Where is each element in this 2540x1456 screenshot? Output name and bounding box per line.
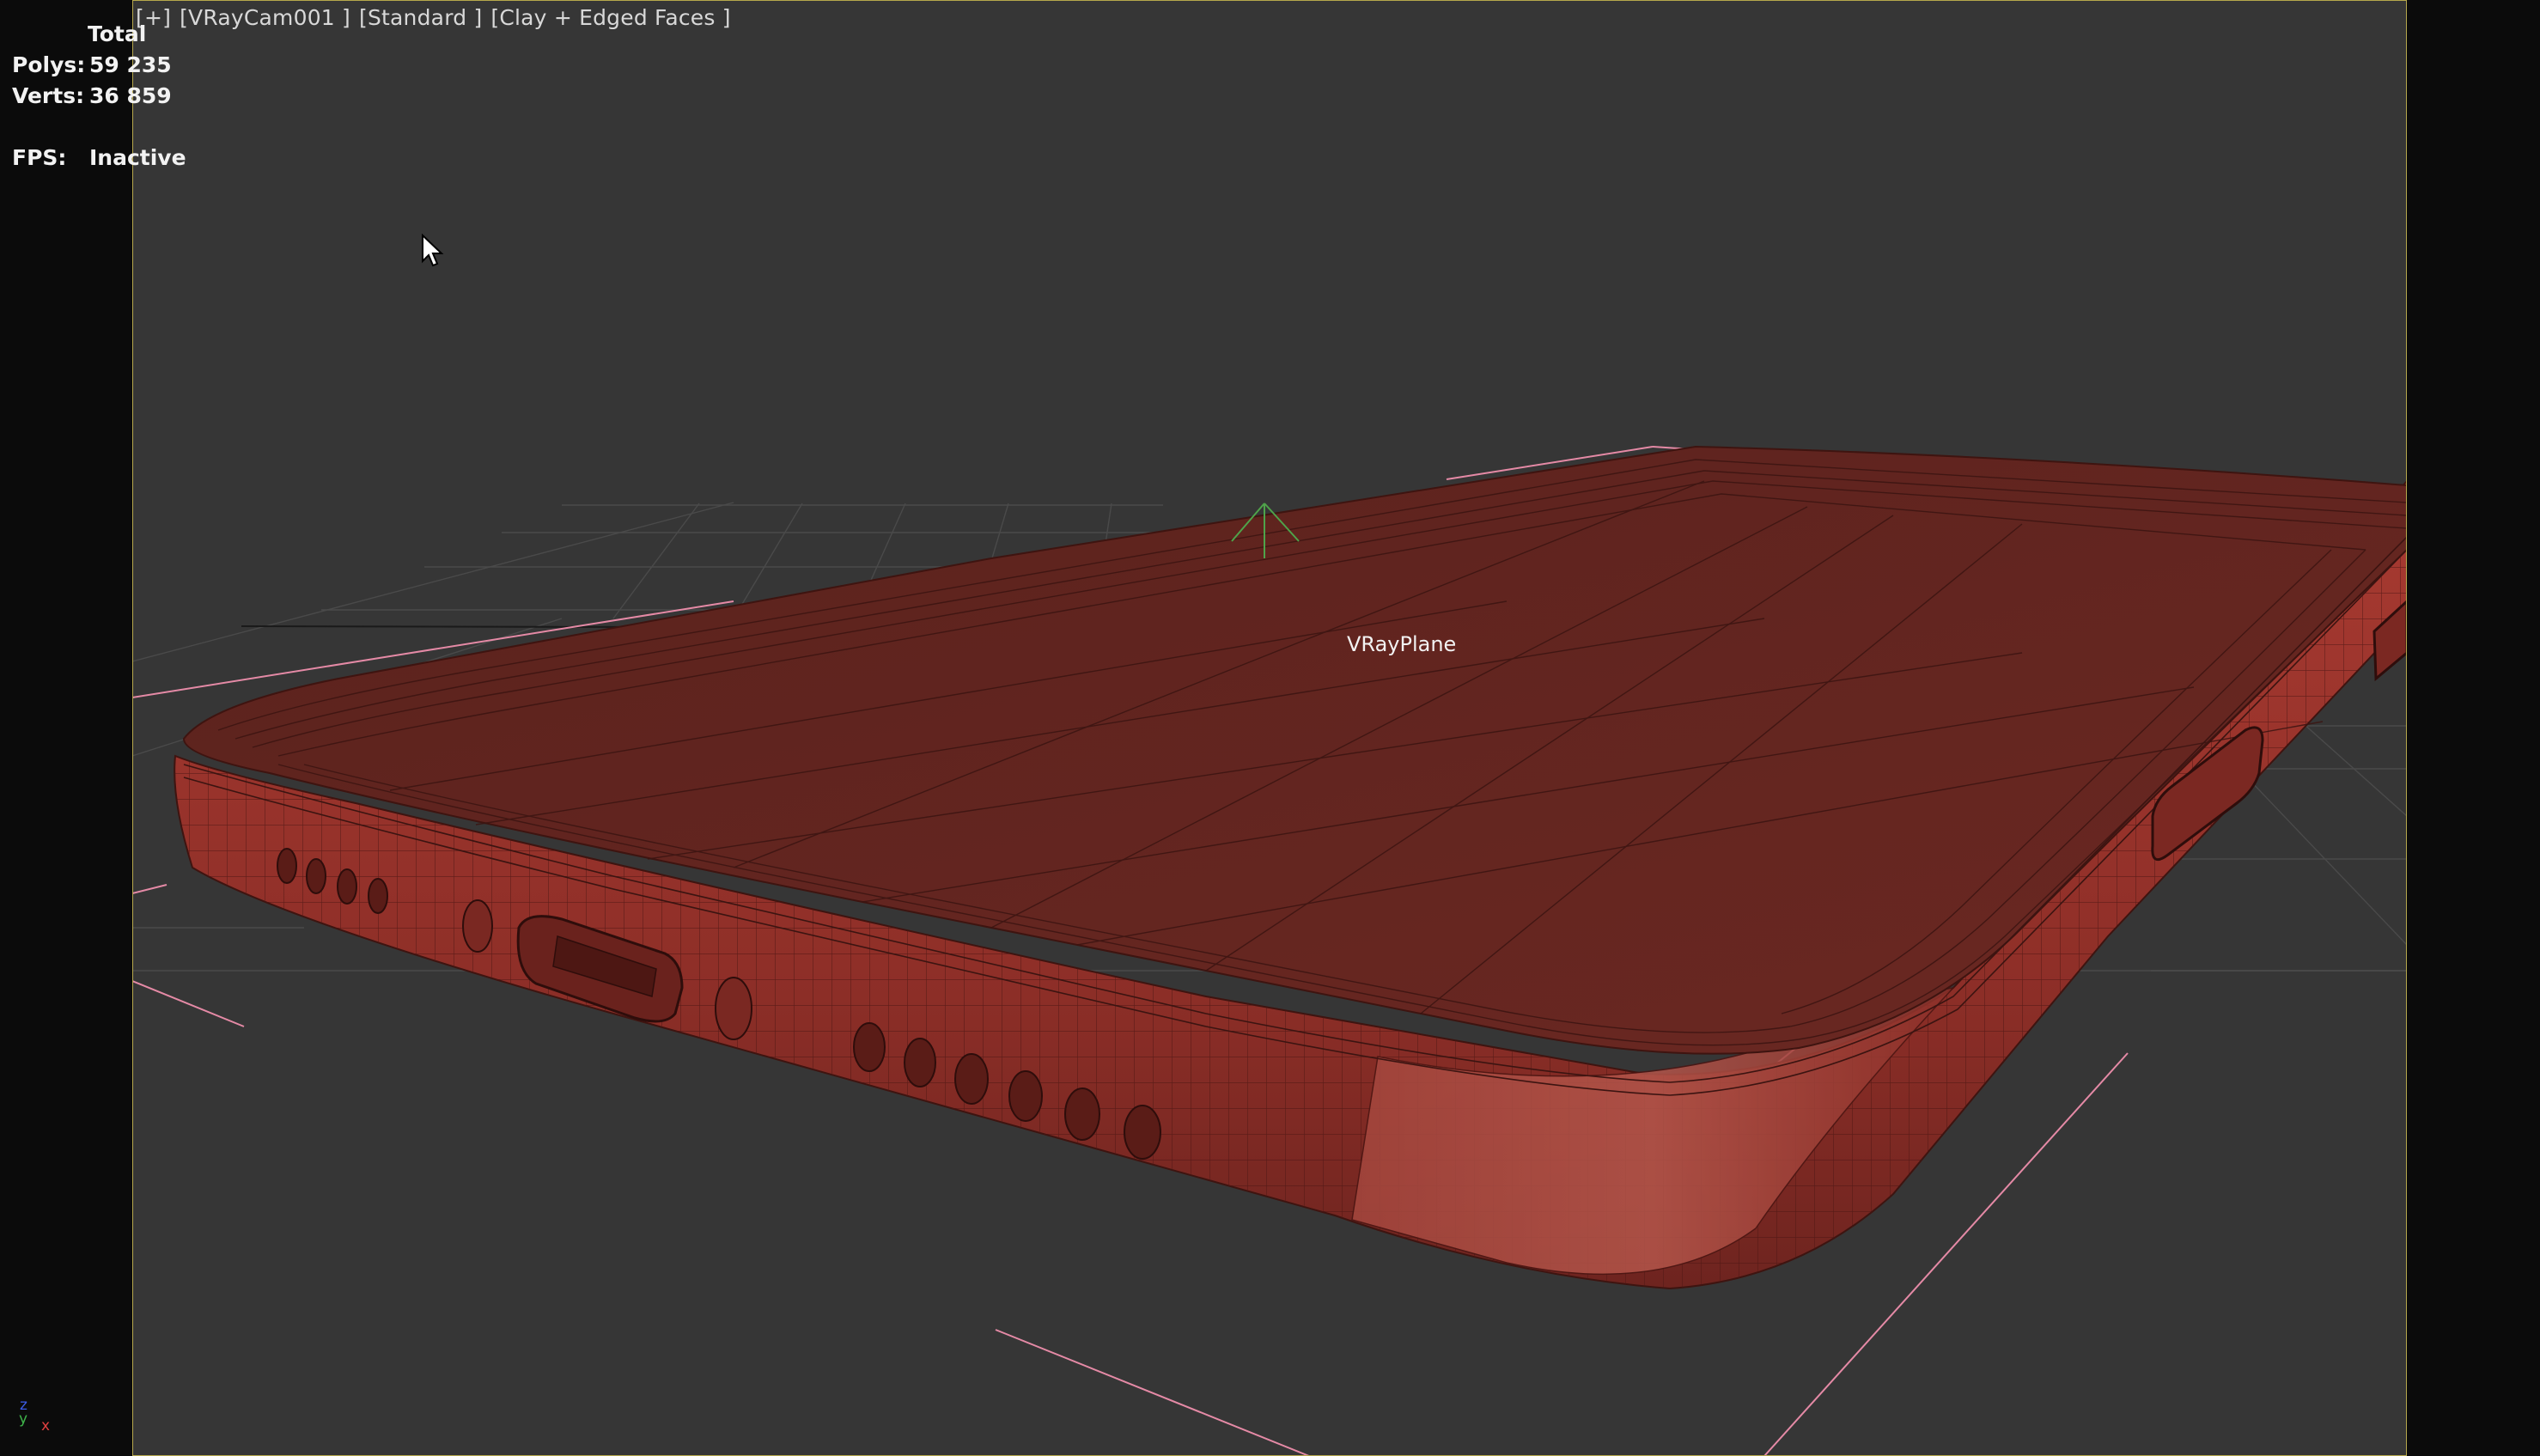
mouse-pointer-icon — [421, 233, 445, 271]
axis-tripod-icon: z y x — [19, 1397, 62, 1440]
left-panel — [0, 0, 132, 1456]
stats-verts-row: Verts: 36 859 — [12, 81, 172, 112]
ground-dark-line — [241, 625, 666, 628]
max-application: [+] [VRayCam001 ] [Standard ] [Clay + Edged… — [0, 0, 2540, 1456]
verts-label: Verts: — [12, 83, 85, 108]
axis-x-label: x — [41, 1417, 51, 1435]
polys-value: 59 235 — [89, 52, 172, 77]
perspective-viewport[interactable]: [+] [VRayCam001 ] [Standard ] [Clay + Edged… — [132, 0, 2407, 1456]
stats-fps-row: FPS: Inactive — [12, 143, 186, 174]
axis-y-label: y — [19, 1410, 28, 1428]
polys-label: Polys: — [12, 52, 86, 77]
object-name-label: VRayPlane — [1347, 632, 1457, 656]
verts-value: 36 859 — [89, 83, 172, 108]
viewport-shading-standard[interactable]: [Standard ] — [359, 5, 482, 30]
viewport-scene[interactable] — [132, 0, 2407, 1456]
viewport-camera-menu[interactable]: [VRayCam001 ] — [180, 5, 350, 30]
fps-label: FPS: — [12, 145, 67, 170]
viewport-shading-mode[interactable]: [Clay + Edged Faces ] — [490, 5, 730, 30]
stats-polys-row: Polys: 59 235 — [12, 50, 172, 81]
viewport-label-menu[interactable]: [+] [VRayCam001 ] [Standard ] [Clay + Edged… — [136, 5, 740, 30]
stats-total-label: Total — [88, 21, 147, 46]
right-panel — [2407, 0, 2540, 1456]
fps-value: Inactive — [89, 145, 186, 170]
